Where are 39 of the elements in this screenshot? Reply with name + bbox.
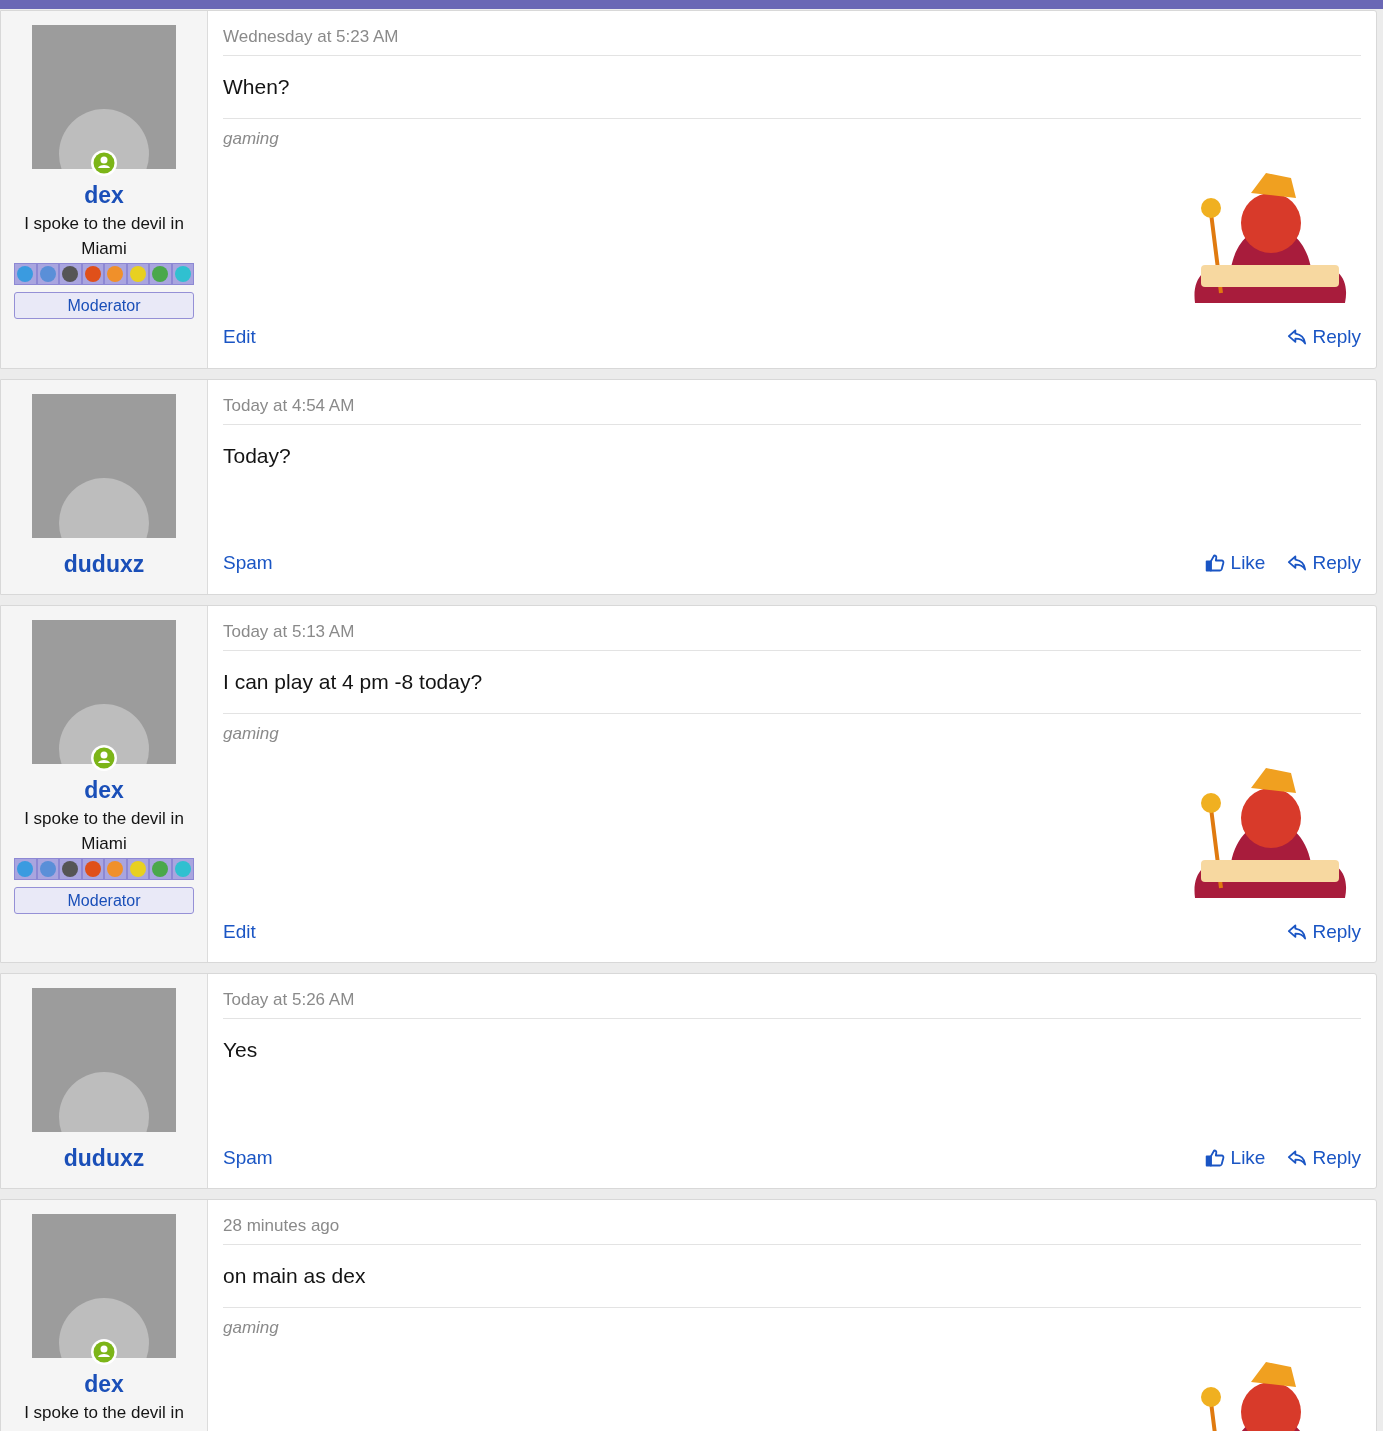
signature-text: gaming (223, 722, 280, 745)
post-action-link[interactable]: Edit (223, 324, 256, 351)
username-link[interactable]: dex (84, 179, 124, 211)
moderator-tag: Moderator (14, 886, 194, 914)
reply-link[interactable]: Reply (1287, 323, 1361, 352)
like-link[interactable]: Like (1204, 549, 1266, 578)
post-timestamp: Today at 5:13 AM (223, 619, 1361, 651)
username-link[interactable]: duduxz (63, 547, 145, 580)
reply-icon (1287, 922, 1308, 941)
user-title: I spoke to the devil in Miami (23, 213, 185, 260)
reply-icon (1287, 328, 1308, 347)
moderator-tag: Moderator (14, 292, 194, 319)
thumbs-up-icon (1204, 553, 1225, 574)
like-link[interactable]: Like (1204, 1143, 1266, 1172)
reply-link[interactable]: Reply (1287, 549, 1361, 578)
user-title: I spoke to the devil in Miami (23, 807, 185, 855)
signature-text: gaming (223, 128, 280, 150)
post-action-link[interactable]: Spam (223, 550, 273, 577)
post-timestamp: Wednesday at 5:23 AM (223, 25, 1361, 56)
reply-link[interactable]: Reply (1287, 1143, 1361, 1172)
username-link[interactable]: duduxz (63, 1142, 145, 1174)
post-timestamp: 28 minutes ago (223, 1214, 1361, 1245)
reply-link[interactable]: Reply (1287, 917, 1361, 946)
post-action-link[interactable]: Edit (223, 918, 256, 945)
message-text: I can play at 4 pm -8 today? (223, 668, 484, 695)
message-text: Yes (223, 1037, 259, 1063)
reply-icon (1287, 554, 1308, 573)
post-timestamp: Today at 4:54 AM (223, 393, 1361, 425)
thumbs-up-icon (1204, 1147, 1225, 1168)
user-title: I spoke to the devil in (23, 1402, 185, 1424)
username-link[interactable]: dex (84, 773, 124, 806)
message-text: on main as dex (223, 1263, 367, 1289)
signature-text: gaming (223, 1317, 280, 1339)
message-text: Today? (223, 442, 292, 469)
message-text: When? (223, 74, 291, 100)
post-timestamp: Today at 5:26 AM (223, 988, 1361, 1019)
post-action-link[interactable]: Spam (223, 1144, 273, 1171)
reply-icon (1287, 1148, 1308, 1167)
username-link[interactable]: dex (84, 1368, 124, 1400)
